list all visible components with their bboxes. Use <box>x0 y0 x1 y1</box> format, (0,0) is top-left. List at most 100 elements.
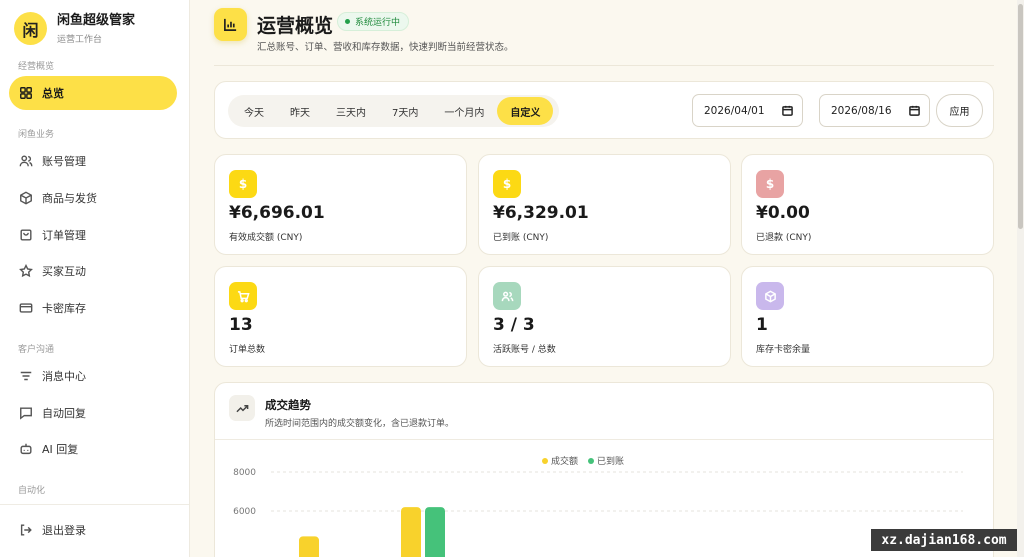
star-icon <box>19 264 33 278</box>
dollar-icon: $ <box>756 170 784 198</box>
stat-card-refunded: $ ¥0.00 已退款 (CNY) <box>741 154 994 255</box>
stat-value: 3 / 3 <box>493 315 535 335</box>
stat-card-orders: 13 订单总数 <box>214 266 467 367</box>
sidebar-item-orders[interactable]: 订单管理 <box>9 218 177 252</box>
page-title: 运营概览 <box>257 15 334 37</box>
status-text: 系统运行中 <box>355 18 401 28</box>
sidebar-item-products[interactable]: 商品与发货 <box>9 181 177 215</box>
sidebar-item-overview[interactable]: 总览 <box>9 76 177 110</box>
legend-marker <box>588 458 594 464</box>
range-today[interactable]: 今天 <box>231 97 277 125</box>
stat-value: ¥6,329.01 <box>493 203 589 223</box>
brand-name: 闲鱼超级管家 <box>57 13 136 28</box>
status-dot-icon <box>345 19 350 24</box>
nav-group-customer: 客户沟通 <box>18 345 55 355</box>
sidebar-item-ai-reply[interactable]: AI 回复 <box>9 432 177 466</box>
y-tick-label: 6000 <box>233 507 256 517</box>
range-custom[interactable]: 自定义 <box>497 97 554 125</box>
stat-label: 有效成交额 (CNY) <box>229 233 303 243</box>
brand: 闲 闲鱼超级管家 运营工作台 <box>14 12 135 45</box>
logout-icon <box>20 524 32 536</box>
stat-label: 订单总数 <box>229 345 266 355</box>
chat-icon <box>20 407 32 420</box>
sidebar-item-label: AI 回复 <box>42 443 79 456</box>
stat-value: 1 <box>756 315 768 335</box>
stat-label: 库存卡密余量 <box>756 345 811 355</box>
chart-bar <box>299 536 319 557</box>
sidebar-item-label: 买家互动 <box>42 265 86 278</box>
trend-title: 成交趋势 <box>265 398 311 412</box>
sidebar-item-label: 自动回复 <box>42 407 86 420</box>
header-divider <box>214 65 994 66</box>
scrollbar-thumb[interactable] <box>1018 4 1023 229</box>
dollar-icon: $ <box>229 170 257 198</box>
sidebar-item-label: 账号管理 <box>42 155 86 168</box>
bag-icon <box>20 229 32 241</box>
start-date-input[interactable]: 2026/04/01 <box>692 94 803 127</box>
page-icon <box>214 8 247 41</box>
sidebar-item-accounts[interactable]: 账号管理 <box>9 144 177 178</box>
main-content: 运营概览 系统运行中 汇总账号、订单、营收和库存数据，快速判断当前经营状态。 今… <box>190 0 1017 557</box>
range-yesterday[interactable]: 昨天 <box>277 97 323 125</box>
sidebar-item-label: 订单管理 <box>42 229 86 242</box>
cart-icon <box>229 282 257 310</box>
stat-label: 活跃账号 / 总数 <box>493 345 556 355</box>
sidebar-item-label: 卡密库存 <box>42 302 86 315</box>
end-date-value: 2026/08/16 <box>831 104 892 117</box>
apply-button[interactable]: 应用 <box>936 94 983 127</box>
logout-label: 退出登录 <box>42 524 86 537</box>
stat-label: 已到账 (CNY) <box>493 233 549 243</box>
stat-value: ¥6,696.01 <box>229 203 325 223</box>
sidebar-item-label: 消息中心 <box>42 370 86 383</box>
nav-group-business: 闲鱼业务 <box>18 130 55 140</box>
chart-bar <box>401 507 421 557</box>
legend-label: 成交额 <box>551 455 578 467</box>
sidebar-item-card-stock[interactable]: 卡密库存 <box>9 291 177 325</box>
nav-group-automation: 自动化 <box>18 486 46 496</box>
chart-bar <box>425 507 445 557</box>
stat-card-active-accounts: 3 / 3 活跃账号 / 总数 <box>478 266 731 367</box>
calendar-icon[interactable] <box>782 105 793 116</box>
stat-card-valid-revenue: $ ¥6,696.01 有效成交额 (CNY) <box>214 154 467 255</box>
status-badge: 系统运行中 <box>337 12 410 31</box>
sidebar: 闲 闲鱼超级管家 运营工作台 经营概览 总览 闲鱼业务 账号管理 商品与发货 订… <box>0 0 190 557</box>
brand-subtitle: 运营工作台 <box>57 35 103 45</box>
y-tick-label: 8000 <box>233 468 256 478</box>
card-icon <box>19 303 33 313</box>
watermark: xz.dajian168.com <box>871 529 1017 551</box>
range-3-days[interactable]: 三天内 <box>323 97 379 125</box>
filter-card: 今天 昨天 三天内 7天内 一个月内 自定义 2026/04/01 - 2026… <box>214 81 994 139</box>
legend-label: 已到账 <box>597 455 624 467</box>
sidebar-item-buyers[interactable]: 买家互动 <box>9 254 177 288</box>
brand-logo: 闲 <box>14 12 47 45</box>
grid-icon <box>20 87 32 99</box>
range-7-days[interactable]: 7天内 <box>379 97 431 125</box>
page-description: 汇总账号、订单、营收和库存数据，快速判断当前经营状态。 <box>257 42 514 53</box>
trend-icon <box>229 395 255 421</box>
list-icon <box>20 371 32 381</box>
users-icon <box>493 282 521 310</box>
calendar-icon[interactable] <box>909 105 920 116</box>
box-icon <box>20 191 32 205</box>
stat-card-received: $ ¥6,329.01 已到账 (CNY) <box>478 154 731 255</box>
legend-marker <box>542 458 548 464</box>
users-icon <box>19 155 33 167</box>
bar-chart-icon <box>224 18 237 31</box>
stat-value: 13 <box>229 315 253 335</box>
sidebar-item-label: 商品与发货 <box>42 192 97 205</box>
sidebar-item-auto-reply[interactable]: 自动回复 <box>9 396 177 430</box>
nav-group-overview: 经营概览 <box>18 62 55 72</box>
stat-label: 已退款 (CNY) <box>756 233 812 243</box>
stat-card-card-stock: 1 库存卡密余量 <box>741 266 994 367</box>
sidebar-item-messages[interactable]: 消息中心 <box>9 359 177 393</box>
sidebar-item-label: 总览 <box>42 87 64 100</box>
end-date-input[interactable]: 2026/08/16 <box>819 94 930 127</box>
range-1-month[interactable]: 一个月内 <box>431 97 497 125</box>
bot-icon <box>20 443 32 455</box>
logout-button[interactable]: 退出登录 <box>9 513 177 547</box>
start-date-value: 2026/04/01 <box>704 104 765 117</box>
trending-up-icon <box>235 404 248 412</box>
range-selector: 今天 昨天 三天内 7天内 一个月内 自定义 <box>228 95 559 127</box>
stat-value: ¥0.00 <box>756 203 810 223</box>
trend-description: 所选时间范围内的成交额变化，含已退款订单。 <box>265 419 455 429</box>
